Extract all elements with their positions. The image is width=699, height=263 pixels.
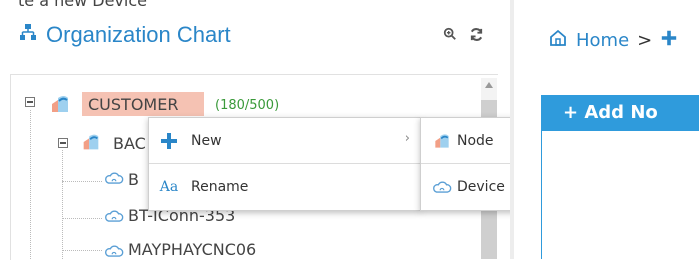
submenu-item-label: Node bbox=[457, 132, 494, 149]
tree-connector bbox=[62, 218, 102, 219]
refresh-icon[interactable] bbox=[468, 26, 484, 42]
tree-node-label[interactable]: BAC bbox=[113, 134, 146, 153]
menu-item-rename[interactable]: Aa Rename bbox=[149, 164, 420, 210]
device-cloud-icon bbox=[104, 244, 124, 263]
menu-item-new[interactable]: New › bbox=[149, 118, 420, 163]
title-tools bbox=[442, 26, 484, 42]
zoom-in-icon[interactable] bbox=[442, 26, 458, 42]
tree-node-label[interactable]: MAYPHAYCNC06 bbox=[128, 240, 256, 259]
breadcrumb-home[interactable]: Home bbox=[576, 30, 629, 51]
chevron-right-icon: › bbox=[404, 131, 410, 146]
context-menu: New › Aa Rename bbox=[148, 117, 421, 211]
tree-connector bbox=[62, 150, 63, 259]
node-icon bbox=[427, 131, 457, 151]
rename-icon: Aa bbox=[159, 179, 179, 195]
node-count-badge: (180/500) bbox=[215, 98, 280, 113]
home-icon[interactable] bbox=[548, 28, 568, 53]
device-cloud-icon bbox=[427, 180, 457, 195]
plus-icon bbox=[660, 29, 678, 52]
tree-connector bbox=[62, 250, 102, 251]
panel-title-text: Organization Chart bbox=[46, 22, 231, 47]
content-frame bbox=[541, 131, 699, 259]
device-cloud-icon bbox=[104, 209, 124, 228]
tree-node-label[interactable]: B bbox=[128, 170, 139, 189]
org-chart-icon bbox=[18, 22, 38, 48]
breadcrumb: Home > bbox=[548, 28, 678, 53]
node-icon bbox=[48, 92, 72, 120]
plus-icon bbox=[153, 131, 185, 151]
panel-title: Organization Chart bbox=[18, 22, 231, 48]
tree-connector bbox=[62, 181, 102, 182]
add-node-button[interactable]: + Add No bbox=[541, 95, 699, 131]
submenu-item-label: Device bbox=[457, 179, 505, 195]
breadcrumb-separator: > bbox=[637, 30, 653, 51]
scroll-up-arrow-icon[interactable] bbox=[485, 82, 493, 88]
menu-item-label: New bbox=[191, 132, 222, 149]
tree-connector bbox=[30, 110, 31, 259]
tree-node-label[interactable]: CUSTOMER bbox=[88, 95, 178, 114]
collapse-toggle[interactable] bbox=[58, 138, 68, 148]
device-cloud-icon bbox=[104, 171, 124, 190]
menu-item-label: Rename bbox=[191, 179, 249, 195]
node-icon bbox=[80, 131, 102, 157]
collapse-toggle[interactable] bbox=[25, 97, 35, 107]
